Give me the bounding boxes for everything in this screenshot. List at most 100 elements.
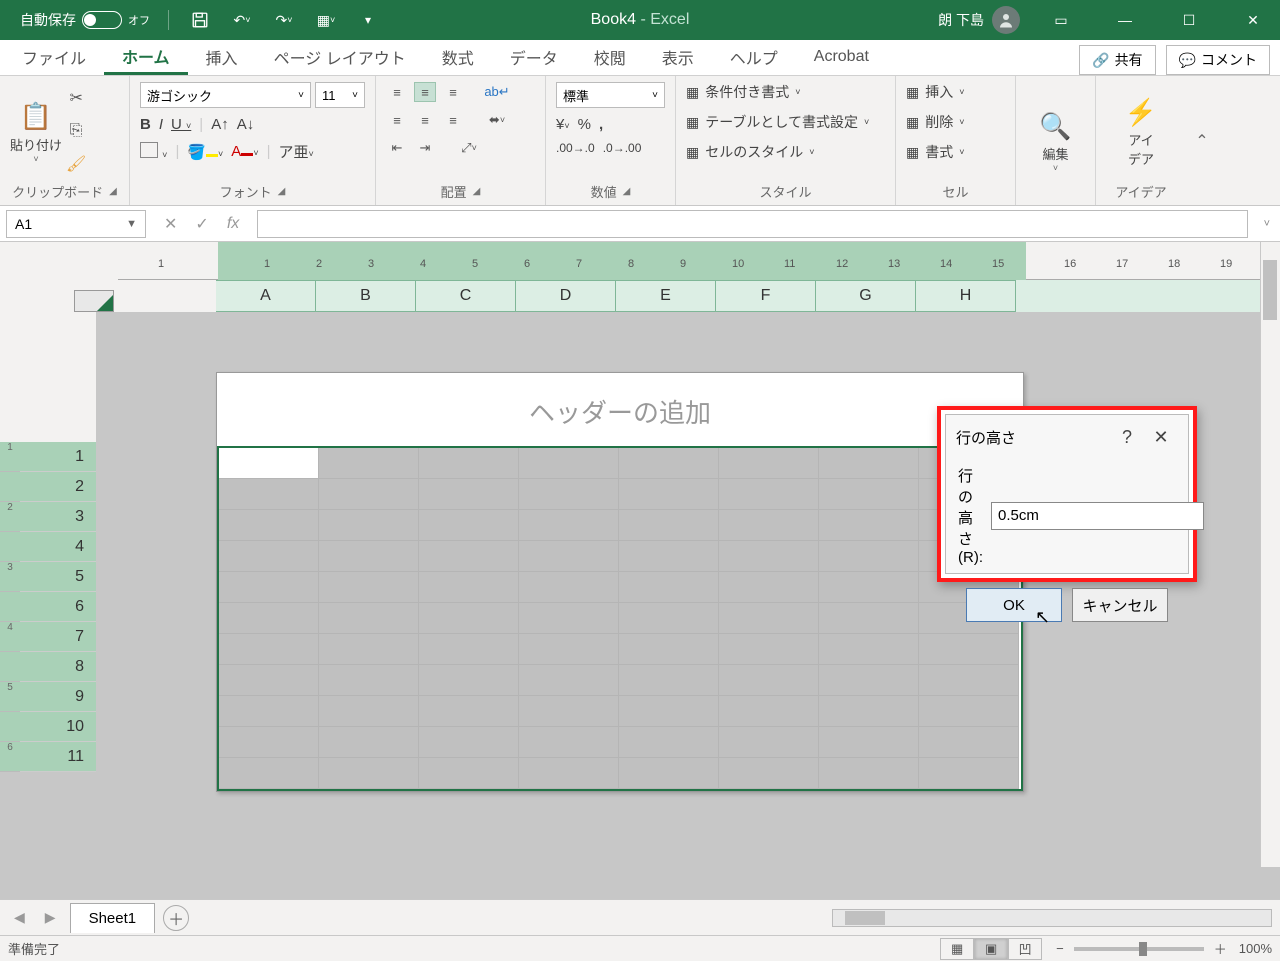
col-header[interactable]: B xyxy=(316,280,416,312)
tab-home[interactable]: ホーム xyxy=(104,39,188,75)
row-header[interactable]: 1 xyxy=(20,442,96,472)
decrease-indent-button[interactable]: ⇤ xyxy=(386,138,408,158)
ok-button[interactable]: OK ↖ xyxy=(966,588,1062,622)
help-icon[interactable]: ? xyxy=(1110,427,1144,448)
align-left-button[interactable]: ≡ xyxy=(386,110,408,130)
col-header[interactable]: F xyxy=(716,280,816,312)
tab-file[interactable]: ファイル xyxy=(4,39,104,75)
row-height-input[interactable] xyxy=(991,502,1204,530)
formula-input[interactable] xyxy=(257,210,1247,238)
row-header[interactable]: 6 xyxy=(20,592,96,622)
decrease-decimal-button[interactable]: .0→.00 xyxy=(603,141,642,155)
cell-styles-button[interactable]: ▦セルのスタイル˅ xyxy=(686,142,885,162)
enter-formula-icon[interactable]: ✓ xyxy=(195,214,208,234)
zoom-in-button[interactable]: ＋ xyxy=(1214,939,1227,958)
borders-button[interactable]: ˅ xyxy=(140,142,167,162)
undo-icon[interactable]: ↶˅ xyxy=(231,9,253,31)
row-header[interactable]: 2 xyxy=(20,472,96,502)
dialog-launcher-icon[interactable]: ◢ xyxy=(473,186,481,197)
header-placeholder[interactable]: ヘッダーの追加 xyxy=(217,373,1023,446)
col-header[interactable]: A xyxy=(216,280,316,312)
name-box[interactable]: A1▼ xyxy=(6,210,146,238)
phonetic-button[interactable]: ア亜˅ xyxy=(278,141,313,162)
next-sheet-icon[interactable]: ▶ xyxy=(39,909,62,926)
orientation-button[interactable]: ⤢˅ xyxy=(458,138,480,158)
col-header[interactable]: C xyxy=(416,280,516,312)
align-bottom-button[interactable]: ≡ xyxy=(442,82,464,102)
tab-acrobat[interactable]: Acrobat xyxy=(796,39,887,75)
dialog-launcher-icon[interactable]: ◢ xyxy=(623,186,631,197)
expand-formula-bar-icon[interactable]: ˅ xyxy=(1254,218,1280,230)
save-icon[interactable] xyxy=(189,9,211,31)
prev-sheet-icon[interactable]: ◀ xyxy=(8,909,31,926)
row-header[interactable]: 7 xyxy=(20,622,96,652)
italic-button[interactable]: I xyxy=(159,116,163,133)
chevron-down-icon[interactable]: ▼ xyxy=(126,218,137,230)
bold-button[interactable]: B xyxy=(140,116,151,133)
sheet-tab[interactable]: Sheet1 xyxy=(70,903,156,933)
row-header[interactable]: 9 xyxy=(20,682,96,712)
align-middle-button[interactable]: ≡ xyxy=(414,82,436,102)
form-icon[interactable]: ▦˅ xyxy=(315,9,337,31)
shrink-font-button[interactable]: A↓ xyxy=(237,116,255,133)
copy-icon[interactable]: ⎘ xyxy=(70,122,83,140)
tab-data[interactable]: データ xyxy=(492,39,576,75)
collapse-ribbon-icon[interactable]: ⌃ xyxy=(1186,76,1218,205)
row-header[interactable]: 10 xyxy=(20,712,96,742)
page-layout-view-button[interactable]: ▣ xyxy=(974,938,1008,960)
col-header[interactable]: G xyxy=(816,280,916,312)
format-cells-button[interactable]: ▦書式˅ xyxy=(906,142,1005,162)
currency-button[interactable]: ¥˅ xyxy=(556,116,570,133)
tab-help[interactable]: ヘルプ xyxy=(712,39,796,75)
user-account[interactable]: 朗 下島 xyxy=(938,6,1020,34)
percent-button[interactable]: % xyxy=(578,116,591,133)
new-sheet-button[interactable]: ＋ xyxy=(163,905,189,931)
dialog-launcher-icon[interactable]: ◢ xyxy=(278,186,286,197)
cancel-formula-icon[interactable]: ✕ xyxy=(164,214,177,234)
row-header[interactable]: 11 xyxy=(20,742,96,772)
tab-insert[interactable]: 挿入 xyxy=(188,39,256,75)
align-center-button[interactable]: ≡ xyxy=(414,110,436,130)
normal-view-button[interactable]: ▦ xyxy=(940,938,974,960)
row-header[interactable]: 3 xyxy=(20,502,96,532)
zoom-out-button[interactable]: − xyxy=(1056,941,1064,956)
minimize-icon[interactable]: — xyxy=(1102,0,1148,40)
tab-view[interactable]: 表示 xyxy=(644,39,712,75)
merge-button[interactable]: ⬌ ˅ xyxy=(486,110,508,130)
paste-button[interactable]: 📋 貼り付け ˅ xyxy=(10,99,62,164)
font-size-select[interactable]: 11˅ xyxy=(315,82,365,108)
maximize-icon[interactable]: ☐ xyxy=(1166,0,1212,40)
cell-grid[interactable] xyxy=(217,446,1023,791)
wrap-text-button[interactable]: ab↵ xyxy=(486,82,508,102)
col-header[interactable]: H xyxy=(916,280,1016,312)
align-top-button[interactable]: ≡ xyxy=(386,82,408,102)
row-header[interactable]: 4 xyxy=(20,532,96,562)
fill-color-button[interactable]: 🪣˅ xyxy=(187,143,223,161)
qat-customize-icon[interactable]: ▾ xyxy=(357,9,379,31)
tab-formulas[interactable]: 数式 xyxy=(424,39,492,75)
delete-cells-button[interactable]: ▦削除˅ xyxy=(906,112,1005,132)
fx-icon[interactable]: fx xyxy=(227,215,239,233)
zoom-level[interactable]: 100% xyxy=(1239,941,1272,956)
cancel-button[interactable]: キャンセル xyxy=(1072,588,1168,622)
col-header[interactable]: E xyxy=(616,280,716,312)
horizontal-scrollbar[interactable] xyxy=(832,909,1272,927)
tab-review[interactable]: 校閲 xyxy=(576,39,644,75)
insert-cells-button[interactable]: ▦挿入˅ xyxy=(906,82,1005,102)
editing-button[interactable]: 🔍 編集 ˅ xyxy=(1030,108,1082,173)
row-header[interactable]: 8 xyxy=(20,652,96,682)
page-break-view-button[interactable]: 凹 xyxy=(1008,938,1042,960)
row-header[interactable]: 5 xyxy=(20,562,96,592)
format-as-table-button[interactable]: ▦テーブルとして書式設定˅ xyxy=(686,112,885,132)
increase-decimal-button[interactable]: .00→.0 xyxy=(556,141,595,155)
comma-button[interactable]: , xyxy=(599,116,603,133)
conditional-formatting-button[interactable]: ▦条件付き書式˅ xyxy=(686,82,885,102)
align-right-button[interactable]: ≡ xyxy=(442,110,464,130)
vertical-scrollbar[interactable] xyxy=(1260,242,1280,867)
font-name-select[interactable]: 游ゴシック˅ xyxy=(140,82,311,108)
select-all-button[interactable] xyxy=(74,290,114,312)
grow-font-button[interactable]: A↑ xyxy=(211,116,229,133)
close-dialog-icon[interactable]: ✕ xyxy=(1144,427,1178,448)
column-headers[interactable]: A B C D E F G H xyxy=(0,280,1280,312)
comment-button[interactable]: 💬 コメント xyxy=(1166,45,1270,75)
